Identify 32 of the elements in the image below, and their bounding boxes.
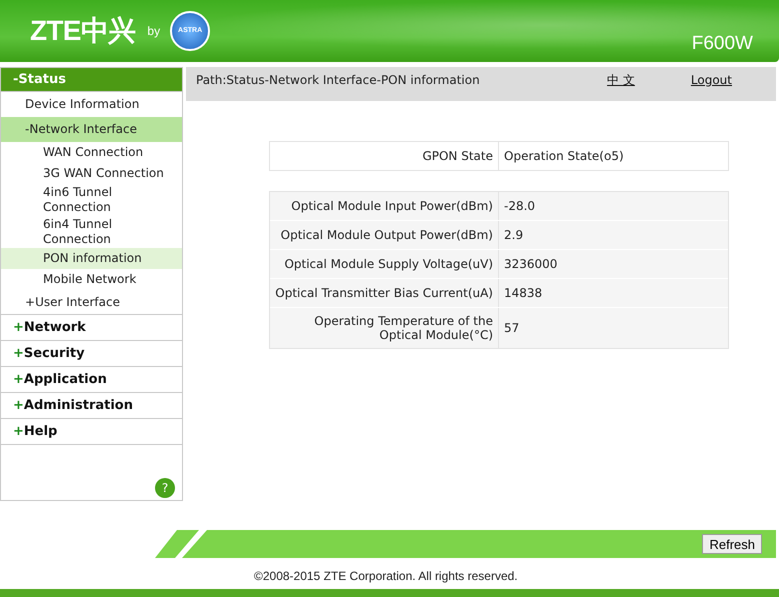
field-label: Operating Temperature of the Optical Module(°C): [270, 308, 499, 348]
field-value: Operation State(o5): [503, 148, 625, 165]
sidebar-subitem[interactable]: PON information: [1, 248, 182, 269]
brand-logo: ZTE中兴: [30, 14, 136, 48]
sidebar-section-header[interactable]: -Status: [1, 68, 182, 92]
sidebar-subitem[interactable]: Mobile Network: [1, 268, 182, 290]
field-value: 57: [503, 320, 520, 337]
sidebar-section[interactable]: +Network: [1, 314, 182, 341]
sidebar-section[interactable]: +Help: [1, 418, 182, 445]
sidebar-section[interactable]: +Application: [1, 366, 182, 393]
copyright-text: ©2008-2015 ZTE Corporation. All rights reserved.: [253, 568, 519, 586]
sidebar-item[interactable]: +User Interface: [1, 290, 182, 315]
refresh-button[interactable]: Refresh: [702, 534, 762, 554]
field-value: -28.0: [503, 198, 536, 215]
sidebar-item[interactable]: Device Information: [1, 92, 182, 117]
sidebar-subitem[interactable]: WAN Connection: [1, 142, 182, 163]
breadcrumb-path: Path:Status-Network Interface-PON information: [196, 72, 480, 89]
sidebar-subitem[interactable]: 4in6 Tunnel Connection: [1, 184, 182, 216]
language-link[interactable]: 中 文: [607, 70, 635, 89]
sidebar-subitem[interactable]: 3G WAN Connection: [1, 162, 182, 184]
model-name: F600W: [692, 32, 753, 56]
field-value: 14838: [503, 284, 544, 302]
by-text: by: [147, 22, 160, 40]
field-value: 2.9: [503, 226, 524, 244]
sidebar-section[interactable]: +Administration: [1, 392, 182, 419]
sidebar-item[interactable]: -Network Interface: [1, 116, 182, 142]
diagonal-stripe: [175, 530, 209, 558]
field-label: GPON State: [270, 142, 499, 170]
sidebar-section[interactable]: +Security: [1, 340, 182, 367]
sidebar-subitem[interactable]: 6in4 Tunnel Connection: [1, 216, 182, 248]
logout-link[interactable]: Logout: [690, 70, 732, 89]
field-value: 3236000: [503, 256, 558, 273]
